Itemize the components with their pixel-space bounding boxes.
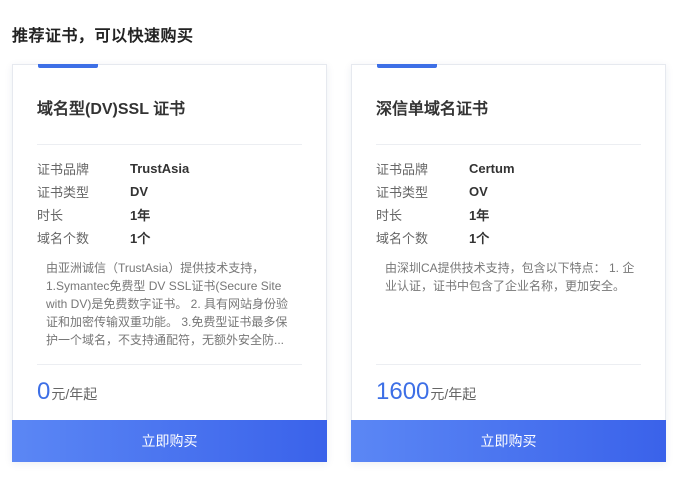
spec-value: 1年 bbox=[469, 208, 490, 223]
certificate-card: 域名型(DV)SSL 证书 证书品牌 TrustAsia 证书类型 DV 时长 … bbox=[12, 64, 327, 462]
price: 1600 元/年起 bbox=[376, 378, 476, 406]
spec-key: 时长 bbox=[376, 208, 403, 223]
spec-row-duration: 时长 1年 bbox=[37, 203, 189, 226]
spec-value: 1个 bbox=[130, 231, 151, 246]
divider bbox=[37, 144, 302, 145]
buy-now-button[interactable]: 立即购买 bbox=[351, 420, 666, 462]
spec-row-brand: 证书品牌 TrustAsia bbox=[37, 157, 189, 180]
spec-key: 域名个数 bbox=[376, 231, 429, 246]
spec-key: 证书品牌 bbox=[376, 162, 429, 177]
price-amount: 1600 bbox=[376, 378, 430, 405]
spec-row-domains: 域名个数 1个 bbox=[37, 226, 189, 249]
spec-list: 证书品牌 TrustAsia 证书类型 DV 时长 1年 域名个数 1个 bbox=[37, 157, 189, 249]
section-title: 推荐证书，可以快速购买 bbox=[12, 28, 194, 45]
spec-row-duration: 时长 1年 bbox=[376, 203, 515, 226]
price-unit: 元/年起 bbox=[430, 386, 477, 402]
spec-row-type: 证书类型 OV bbox=[376, 180, 515, 203]
spec-list: 证书品牌 Certum 证书类型 OV 时长 1年 域名个数 1个 bbox=[376, 157, 515, 249]
divider bbox=[37, 364, 302, 365]
spec-row-type: 证书类型 DV bbox=[37, 180, 189, 203]
spec-key: 证书类型 bbox=[376, 185, 429, 200]
spec-key: 证书类型 bbox=[37, 185, 90, 200]
spec-value: TrustAsia bbox=[130, 161, 190, 176]
spec-value: Certum bbox=[469, 161, 515, 176]
card-description: 由亚洲诚信（TrustAsia）提供技术支持，1.Symantec免费型 DV … bbox=[46, 261, 289, 347]
price: 0 元/年起 bbox=[37, 378, 97, 406]
spec-value: 1个 bbox=[469, 231, 490, 246]
buy-now-button[interactable]: 立即购买 bbox=[12, 420, 327, 462]
certificate-card: 深信单域名证书 证书品牌 Certum 证书类型 OV 时长 1年 域名个数 1… bbox=[351, 64, 666, 462]
spec-value: DV bbox=[130, 184, 149, 199]
spec-key: 域名个数 bbox=[37, 231, 90, 246]
price-unit: 元/年起 bbox=[51, 386, 98, 402]
divider bbox=[376, 144, 641, 145]
card-title: 深信单域名证书 bbox=[376, 101, 489, 118]
divider bbox=[376, 364, 641, 365]
card-accent-bar bbox=[377, 64, 437, 68]
card-title: 域名型(DV)SSL 证书 bbox=[37, 101, 186, 118]
spec-key: 证书品牌 bbox=[37, 162, 90, 177]
price-amount: 0 bbox=[37, 378, 51, 405]
card-description: 由深圳CA提供技术支持，包含以下特点： 1. 企业认证，证书中包含了企业名称，更… bbox=[385, 261, 635, 293]
spec-row-brand: 证书品牌 Certum bbox=[376, 157, 515, 180]
spec-value: 1年 bbox=[130, 208, 151, 223]
spec-key: 时长 bbox=[37, 208, 64, 223]
spec-value: OV bbox=[469, 184, 488, 199]
card-accent-bar bbox=[38, 64, 98, 68]
spec-row-domains: 域名个数 1个 bbox=[376, 226, 515, 249]
